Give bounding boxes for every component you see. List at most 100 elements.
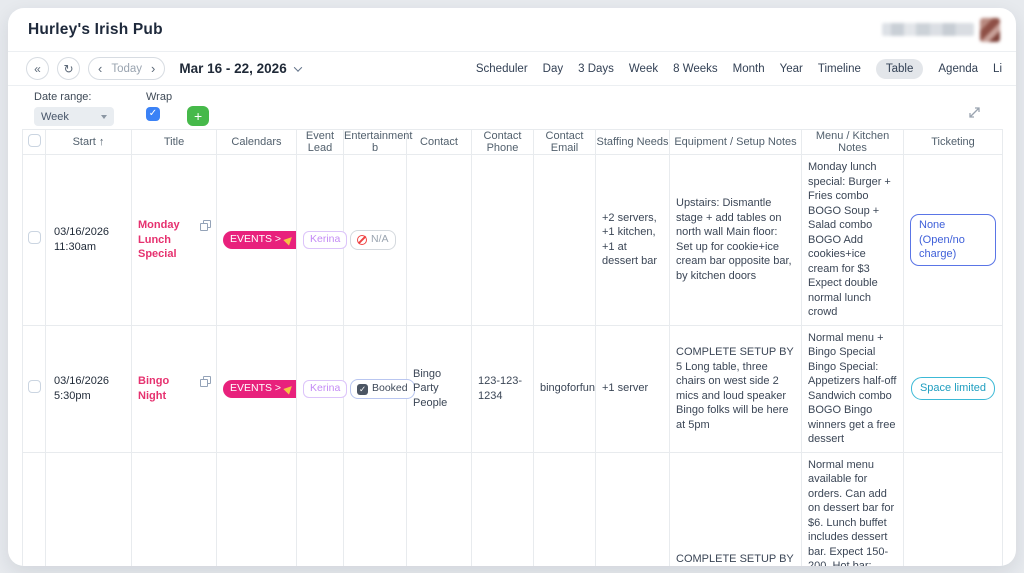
- col-title[interactable]: Title: [132, 130, 217, 155]
- menu-cell[interactable]: Normal menu + Bingo Special Bingo Specia…: [802, 325, 904, 452]
- refresh-icon[interactable]: ↻: [57, 57, 80, 80]
- tab-week[interactable]: Week: [629, 63, 658, 75]
- table-row: 03/17/2026 3:00pm Family Friendly St Pat…: [23, 452, 1003, 566]
- contact-cell[interactable]: Lu Finnegan: [407, 452, 472, 566]
- event-lead-cell[interactable]: Kerina: [297, 325, 344, 452]
- copy-icon[interactable]: [200, 376, 210, 386]
- contact-email-cell[interactable]: [534, 155, 596, 326]
- lead-badge[interactable]: Kerina: [303, 380, 347, 398]
- col-start[interactable]: Start ↑: [46, 130, 132, 155]
- table-row: 03/16/2026 5:30pm Bingo Night EVENTS > S…: [23, 325, 1003, 452]
- menu-cell[interactable]: Monday lunch special: Burger + Fries com…: [802, 155, 904, 326]
- contact-cell[interactable]: [407, 155, 472, 326]
- collapse-button[interactable]: «: [26, 57, 49, 80]
- col-contact-email[interactable]: Contact Email: [534, 130, 596, 155]
- date-range-dropdown[interactable]: Mar 16 - 22, 2026: [179, 61, 300, 76]
- title-cell[interactable]: Monday Lunch Special: [132, 155, 217, 326]
- col-ticketing[interactable]: Ticketing: [904, 130, 1003, 155]
- table-row: 03/16/2026 11:30am Monday Lunch Special …: [23, 155, 1003, 326]
- equipment-cell[interactable]: Upstairs: Dismantle stage + add tables o…: [670, 155, 802, 326]
- lead-badge[interactable]: Kerina: [303, 231, 347, 249]
- calendar-app-card: Hurley's Irish Pub « ↻ ‹ Today › Mar 16 …: [8, 8, 1016, 566]
- tab-scheduler[interactable]: Scheduler: [476, 63, 528, 75]
- today-nav: ‹ Today ›: [88, 57, 165, 80]
- calendars-cell[interactable]: EVENTS > Spec: [217, 325, 297, 452]
- row-checkbox[interactable]: [28, 380, 41, 393]
- staffing-cell[interactable]: +1 server: [596, 325, 670, 452]
- events-table-wrap: Start ↑ Title Calendars Event Lead Enter…: [22, 129, 1002, 566]
- ticketing-badge[interactable]: Space limited: [911, 377, 995, 400]
- view-tabs: Scheduler Day 3 Days Week 8 Weeks Month …: [476, 59, 1002, 79]
- row-checkbox-cell: [23, 155, 46, 326]
- tab-table[interactable]: Table: [876, 59, 924, 79]
- start-cell[interactable]: 03/16/2026 11:30am: [46, 155, 132, 326]
- col-equipment[interactable]: Equipment / Setup Notes: [670, 130, 802, 155]
- select-caret-icon: [101, 115, 107, 119]
- ticketing-cell[interactable]: None (Open/no charge): [904, 452, 1003, 566]
- calendars-cell[interactable]: EVENTS > Spec: [217, 452, 297, 566]
- menu-cell[interactable]: Normal menu available for orders. Can ad…: [802, 452, 904, 566]
- select-all-checkbox[interactable]: [28, 134, 41, 147]
- col-menu[interactable]: Menu / Kitchen Notes: [802, 130, 904, 155]
- contact-email-cell[interactable]: bingoforfun@e: [534, 325, 596, 452]
- col-event-lead[interactable]: Event Lead: [297, 130, 344, 155]
- tab-8weeks[interactable]: 8 Weeks: [673, 63, 718, 75]
- staffing-cell[interactable]: +2 servers, +1 kitchen, +1 at dessert ba…: [596, 155, 670, 326]
- col-calendars[interactable]: Calendars: [217, 130, 297, 155]
- event-lead-cell[interactable]: Kerina: [297, 155, 344, 326]
- tab-3days[interactable]: 3 Days: [578, 63, 614, 75]
- equipment-cell[interactable]: COMPLETE SETUP BY 2:00PM Buffet Lunch - …: [670, 452, 802, 566]
- entertainment-cell[interactable]: ✓Booked ✓Contract signed: [344, 452, 407, 566]
- tab-year[interactable]: Year: [780, 63, 803, 75]
- chevron-down-icon: [293, 63, 301, 71]
- col-staffing[interactable]: Staffing Needs: [596, 130, 670, 155]
- na-badge[interactable]: N/A: [350, 230, 396, 250]
- equipment-cell[interactable]: COMPLETE SETUP BY 5 Long table, three ch…: [670, 325, 802, 452]
- ticketing-badge[interactable]: None (Open/no charge): [910, 214, 996, 266]
- contact-email-cell[interactable]: lufinnegan@em: [534, 452, 596, 566]
- prev-button[interactable]: ‹: [98, 62, 102, 75]
- contact-phone-cell[interactable]: 456-456-7878: [472, 452, 534, 566]
- contact-phone-cell[interactable]: 123-123-1234: [472, 325, 534, 452]
- col-entertainment[interactable]: Entertainment b: [344, 130, 407, 155]
- event-title-link[interactable]: Monday Lunch Special: [138, 218, 196, 262]
- event-title-link[interactable]: Bingo Night: [138, 374, 196, 403]
- entertainment-cell[interactable]: N/A: [344, 155, 407, 326]
- col-contact-phone[interactable]: Contact Phone: [472, 130, 534, 155]
- expand-icon[interactable]: [969, 105, 980, 123]
- calendar-badge[interactable]: EVENTS > Spec: [223, 231, 297, 249]
- calendars-cell[interactable]: EVENTS > Spec: [217, 155, 297, 326]
- tab-day[interactable]: Day: [543, 63, 563, 75]
- entertainment-cell[interactable]: ✓Booked: [344, 325, 407, 452]
- booked-badge[interactable]: ✓Booked: [350, 379, 415, 399]
- contact-cell[interactable]: Bingo Party People: [407, 325, 472, 452]
- contact-phone-cell[interactable]: [472, 155, 534, 326]
- title-cell[interactable]: Family Friendly St Patty's Party: [132, 452, 217, 566]
- add-button[interactable]: +: [187, 106, 209, 126]
- row-checkbox[interactable]: [28, 231, 41, 244]
- tab-agenda[interactable]: Agenda: [938, 63, 978, 75]
- staffing-cell[interactable]: +2 servers, +1 buffet: [596, 452, 670, 566]
- copy-icon[interactable]: [200, 220, 210, 230]
- event-lead-cell[interactable]: Pablo: [297, 452, 344, 566]
- ticketing-cell[interactable]: None (Open/no charge): [904, 155, 1003, 326]
- tab-timeline[interactable]: Timeline: [818, 63, 861, 75]
- today-button[interactable]: Today: [111, 63, 142, 75]
- title-cell[interactable]: Bingo Night: [132, 325, 217, 452]
- col-contact[interactable]: Contact: [407, 130, 472, 155]
- header-row: Start ↑ Title Calendars Event Lead Enter…: [23, 130, 1003, 155]
- titlebar: Hurley's Irish Pub: [8, 8, 1016, 52]
- tab-list[interactable]: Li: [993, 63, 1002, 75]
- date-range-value: Week: [41, 111, 69, 123]
- start-cell[interactable]: 03/17/2026 3:00pm: [46, 452, 132, 566]
- user-account[interactable]: [882, 18, 1000, 42]
- date-range-select[interactable]: Week: [34, 107, 114, 126]
- wrap-checkbox[interactable]: ✓: [146, 107, 160, 121]
- ticketing-cell[interactable]: Space limited: [904, 325, 1003, 452]
- start-cell[interactable]: 03/16/2026 5:30pm: [46, 325, 132, 452]
- next-button[interactable]: ›: [151, 62, 155, 75]
- tab-month[interactable]: Month: [733, 63, 765, 75]
- calendar-badge[interactable]: EVENTS > Spec: [223, 380, 297, 398]
- user-name-redacted: [882, 23, 974, 36]
- date-range-group: Date range: Week: [34, 91, 114, 126]
